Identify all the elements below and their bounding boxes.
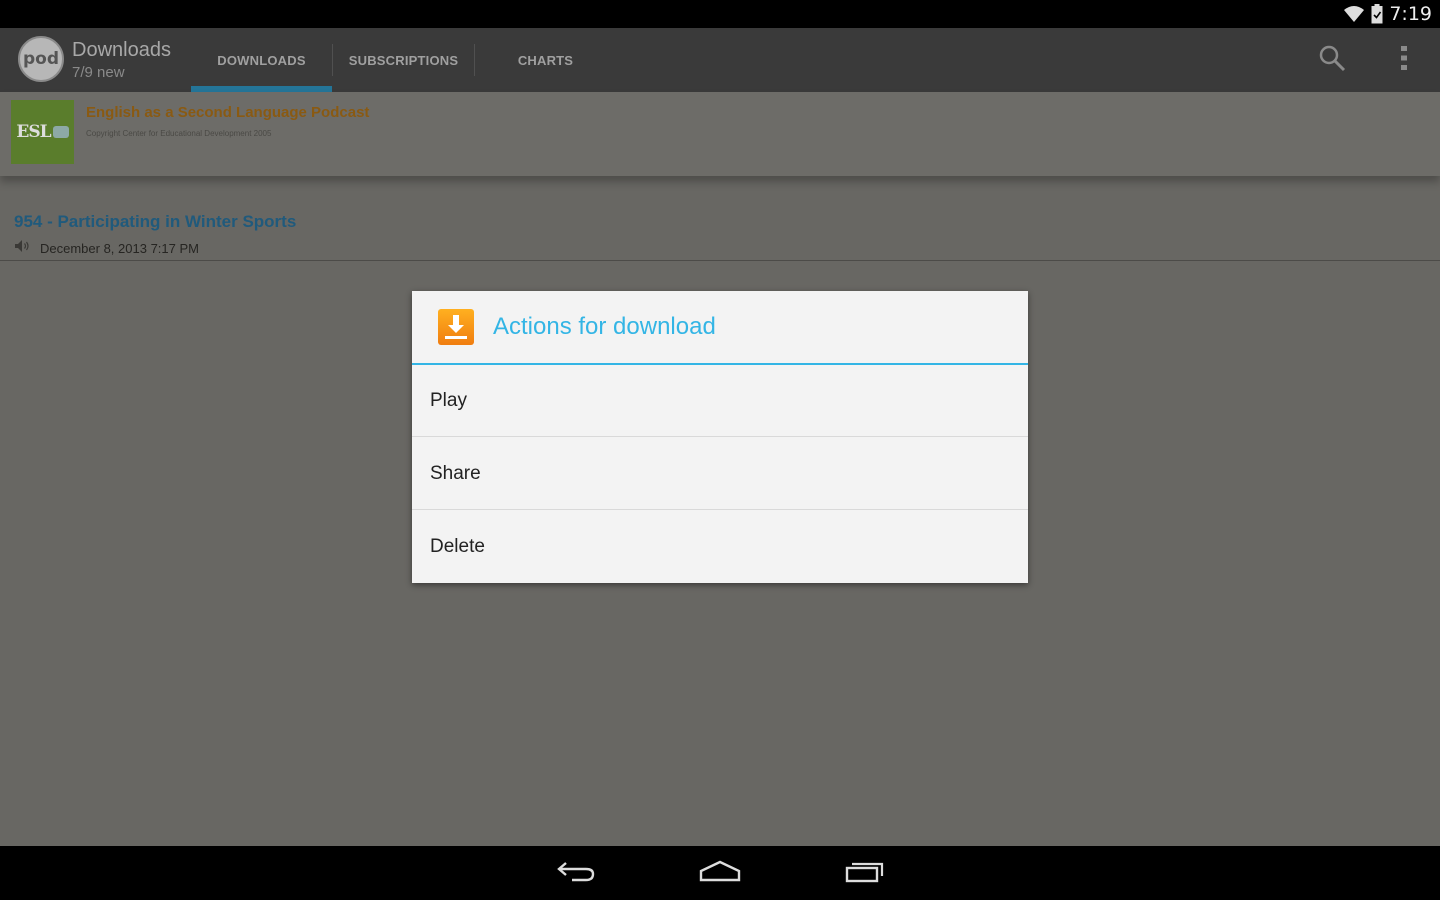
tab-charts-label: CHARTS [517,52,574,68]
play-menu-item[interactable]: Play [412,365,1028,437]
actions-dialog: Actions for download Play Share Delete [412,291,1028,583]
search-button[interactable] [1308,28,1356,92]
tab-downloads-label: DOWNLOADS [217,52,306,68]
delete-label: Delete [430,536,485,557]
overflow-menu-icon [1400,45,1408,76]
page-title: Downloads [72,39,171,61]
search-icon [1318,44,1346,77]
recents-icon [845,859,885,888]
tab-subscriptions[interactable]: SUBSCRIPTIONS [333,28,474,92]
podcast-copyright: Copyright Center for Educational Develop… [86,129,272,138]
episode-date: December 8, 2013 7:17 PM [40,241,199,256]
dialog-header: Actions for download [412,291,1028,365]
status-time: 7:19 [1389,3,1432,25]
episode-meta: December 8, 2013 7:17 PM [14,239,199,258]
back-button[interactable] [536,846,616,900]
back-icon [556,859,596,888]
home-icon [699,860,741,887]
play-label: Play [430,389,467,411]
share-menu-item[interactable]: Share [412,438,1028,510]
recents-button[interactable] [825,846,905,900]
audio-icon [14,239,30,258]
tab-downloads[interactable]: DOWNLOADS [191,28,332,92]
list-item[interactable]: 954 - Participating in Winter Sports Dec… [0,202,1440,261]
podcast-badge-icon [52,126,69,138]
battery-icon [1371,4,1383,24]
tab-charts[interactable]: CHARTS [475,28,616,92]
podcast-title: English as a Second Language Podcast [86,104,370,121]
page-subtitle: 7/9 new [72,64,125,81]
dialog-title: Actions for download [493,313,716,340]
wifi-icon [1343,5,1365,23]
action-bar: pod Downloads 7/9 new DOWNLOADS SUBSCRIP… [0,28,1440,92]
download-icon [438,309,474,345]
screen: 7:19 pod Downloads 7/9 new DOWNLOADS SUB… [0,0,1440,900]
overflow-menu-button[interactable] [1388,28,1420,92]
status-icons: 7:19 [1343,0,1432,28]
podcast-thumbnail: ESL [11,100,74,164]
status-bar: 7:19 [0,0,1440,28]
app-logo[interactable]: pod [18,36,64,82]
delete-menu-item[interactable]: Delete [412,511,1028,583]
share-label: Share [430,462,481,484]
podcast-thumbnail-text: ESL [16,122,51,142]
navigation-bar [0,846,1440,900]
podcast-header[interactable]: ESL English as a Second Language Podcast… [0,92,1440,176]
app-logo-text: pod [22,49,60,69]
episode-title: 954 - Participating in Winter Sports [14,212,297,231]
tab-subscriptions-label: SUBSCRIPTIONS [348,52,459,68]
home-button[interactable] [680,846,760,900]
